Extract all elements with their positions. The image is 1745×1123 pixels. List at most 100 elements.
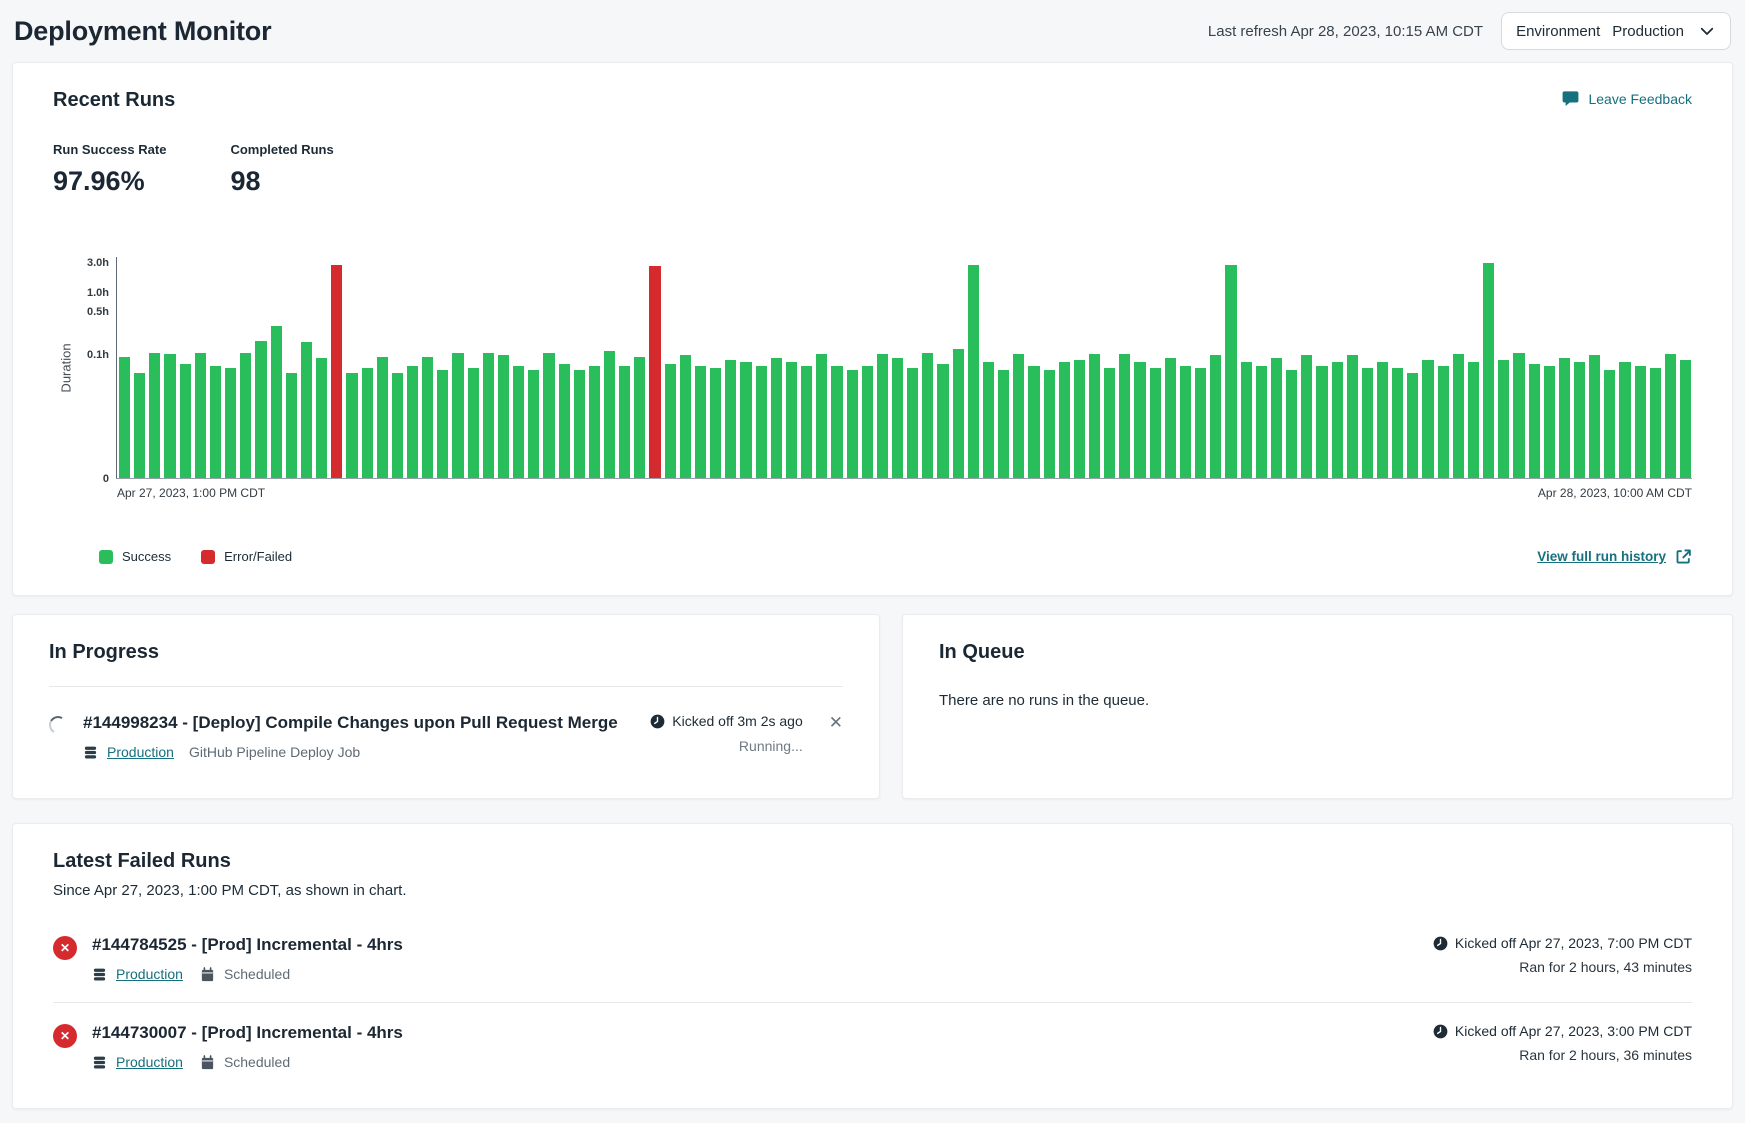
chart-bar-success[interactable] [528, 370, 539, 478]
chart-bar-success[interactable] [1104, 368, 1115, 478]
chart-bar-success[interactable] [847, 370, 858, 478]
chart-bar-success[interactable] [1589, 355, 1600, 478]
chart-bar-success[interactable] [559, 364, 570, 478]
chart-bar-success[interactable] [1089, 354, 1100, 478]
chart-bar-success[interactable] [907, 368, 918, 478]
chart-bar-success[interactable] [164, 354, 175, 478]
chart-bar-success[interactable] [1074, 360, 1085, 478]
chart-bar-success[interactable] [1256, 366, 1267, 478]
chart-bar-success[interactable] [286, 373, 297, 478]
chart-bar-success[interactable] [452, 353, 463, 478]
environment-link[interactable]: Production [116, 966, 183, 982]
chart-bar-success[interactable] [1559, 358, 1570, 478]
chart-bar-success[interactable] [968, 265, 979, 478]
chart-bar-failed[interactable] [331, 265, 342, 478]
chart-bar-success[interactable] [1180, 366, 1191, 478]
chart-bar-success[interactable] [1483, 263, 1494, 478]
chart-bar-success[interactable] [240, 353, 251, 478]
chart-bar-success[interactable] [362, 368, 373, 478]
chart-bar-success[interactable] [937, 364, 948, 478]
chart-bar-success[interactable] [771, 358, 782, 478]
chart-bar-success[interactable] [953, 349, 964, 478]
chart-bar-success[interactable] [422, 357, 433, 478]
leave-feedback-link[interactable]: Leave Feedback [1561, 89, 1692, 108]
chart-bar-success[interactable] [1150, 368, 1161, 478]
chart-bar-success[interactable] [225, 368, 236, 478]
chart-bar-success[interactable] [1544, 366, 1555, 478]
chart-bar-success[interactable] [1513, 353, 1524, 478]
chart-bar-success[interactable] [589, 366, 600, 478]
chart-bar-success[interactable] [665, 364, 676, 478]
chart-bar-failed[interactable] [649, 266, 660, 478]
chart-bar-success[interactable] [892, 358, 903, 478]
chart-bar-success[interactable] [483, 353, 494, 478]
chart-bar-success[interactable] [498, 355, 509, 478]
chart-bar-success[interactable] [1044, 370, 1055, 478]
chart-bar-success[interactable] [1650, 368, 1661, 478]
chart-bar-success[interactable] [392, 373, 403, 478]
chart-bar-success[interactable] [301, 342, 312, 478]
chart-bar-success[interactable] [1165, 358, 1176, 478]
chart-bar-success[interactable] [407, 366, 418, 478]
chart-bar-success[interactable] [1468, 362, 1479, 478]
chart-bar-success[interactable] [149, 353, 160, 478]
chart-bar-success[interactable] [377, 357, 388, 478]
chart-bar-success[interactable] [1362, 368, 1373, 478]
chart-bar-success[interactable] [619, 366, 630, 478]
cancel-run-button[interactable]: ✕ [829, 714, 843, 731]
chart-bar-success[interactable] [1453, 354, 1464, 478]
environment-dropdown[interactable]: Environment Production [1501, 12, 1731, 50]
chart-bar-success[interactable] [437, 370, 448, 478]
chart-bar-success[interactable] [725, 360, 736, 478]
chart-bar-success[interactable] [210, 366, 221, 478]
chart-bar-success[interactable] [680, 355, 691, 478]
chart-bar-success[interactable] [740, 362, 751, 478]
chart-bar-success[interactable] [695, 366, 706, 478]
chart-bar-success[interactable] [134, 373, 145, 478]
chart-bar-success[interactable] [1301, 355, 1312, 478]
chart-bar-success[interactable] [1013, 354, 1024, 478]
chart-bar-success[interactable] [1665, 354, 1676, 478]
chart-bar-success[interactable] [255, 341, 266, 478]
chart-bar-success[interactable] [1347, 355, 1358, 478]
chart-bar-success[interactable] [604, 351, 615, 478]
chart-bar-success[interactable] [195, 353, 206, 478]
chart-bar-success[interactable] [1286, 370, 1297, 478]
chart-bar-success[interactable] [756, 366, 767, 478]
chart-bar-success[interactable] [1680, 360, 1691, 478]
chart-bar-success[interactable] [1604, 370, 1615, 478]
chart-bar-success[interactable] [543, 353, 554, 478]
chart-bar-success[interactable] [1332, 362, 1343, 478]
chart-bar-success[interactable] [710, 368, 721, 478]
chart-bar-success[interactable] [1635, 366, 1646, 478]
chart-bar-success[interactable] [574, 370, 585, 478]
chart-bar-success[interactable] [1210, 355, 1221, 478]
chart-bar-success[interactable] [1241, 362, 1252, 478]
chart-bar-success[interactable] [1438, 366, 1449, 478]
chart-bar-success[interactable] [1574, 362, 1585, 478]
chart-bar-success[interactable] [180, 364, 191, 478]
chart-bar-success[interactable] [513, 366, 524, 478]
chart-bar-success[interactable] [1407, 373, 1418, 478]
chart-bar-success[interactable] [1271, 358, 1282, 478]
chart-bar-success[interactable] [1392, 368, 1403, 478]
environment-link[interactable]: Production [116, 1054, 183, 1070]
chart-bar-success[interactable] [1134, 362, 1145, 478]
chart-bar-success[interactable] [1225, 265, 1236, 478]
chart-bar-success[interactable] [1195, 368, 1206, 478]
environment-link[interactable]: Production [107, 744, 174, 760]
chart-bar-success[interactable] [119, 357, 130, 478]
chart-bar-success[interactable] [468, 368, 479, 478]
chart-bar-success[interactable] [1422, 360, 1433, 478]
chart-bar-success[interactable] [1377, 362, 1388, 478]
chart-bar-success[interactable] [998, 370, 1009, 478]
chart-bar-success[interactable] [862, 366, 873, 478]
chart-bar-success[interactable] [634, 357, 645, 478]
chart-bar-success[interactable] [271, 326, 282, 478]
chart-bar-success[interactable] [1498, 360, 1509, 478]
view-full-run-history-link[interactable]: View full run history [1537, 548, 1692, 565]
chart-bar-success[interactable] [877, 354, 888, 478]
chart-bar-success[interactable] [1119, 354, 1130, 478]
chart-bar-success[interactable] [1059, 362, 1070, 478]
chart-bar-success[interactable] [346, 373, 357, 478]
